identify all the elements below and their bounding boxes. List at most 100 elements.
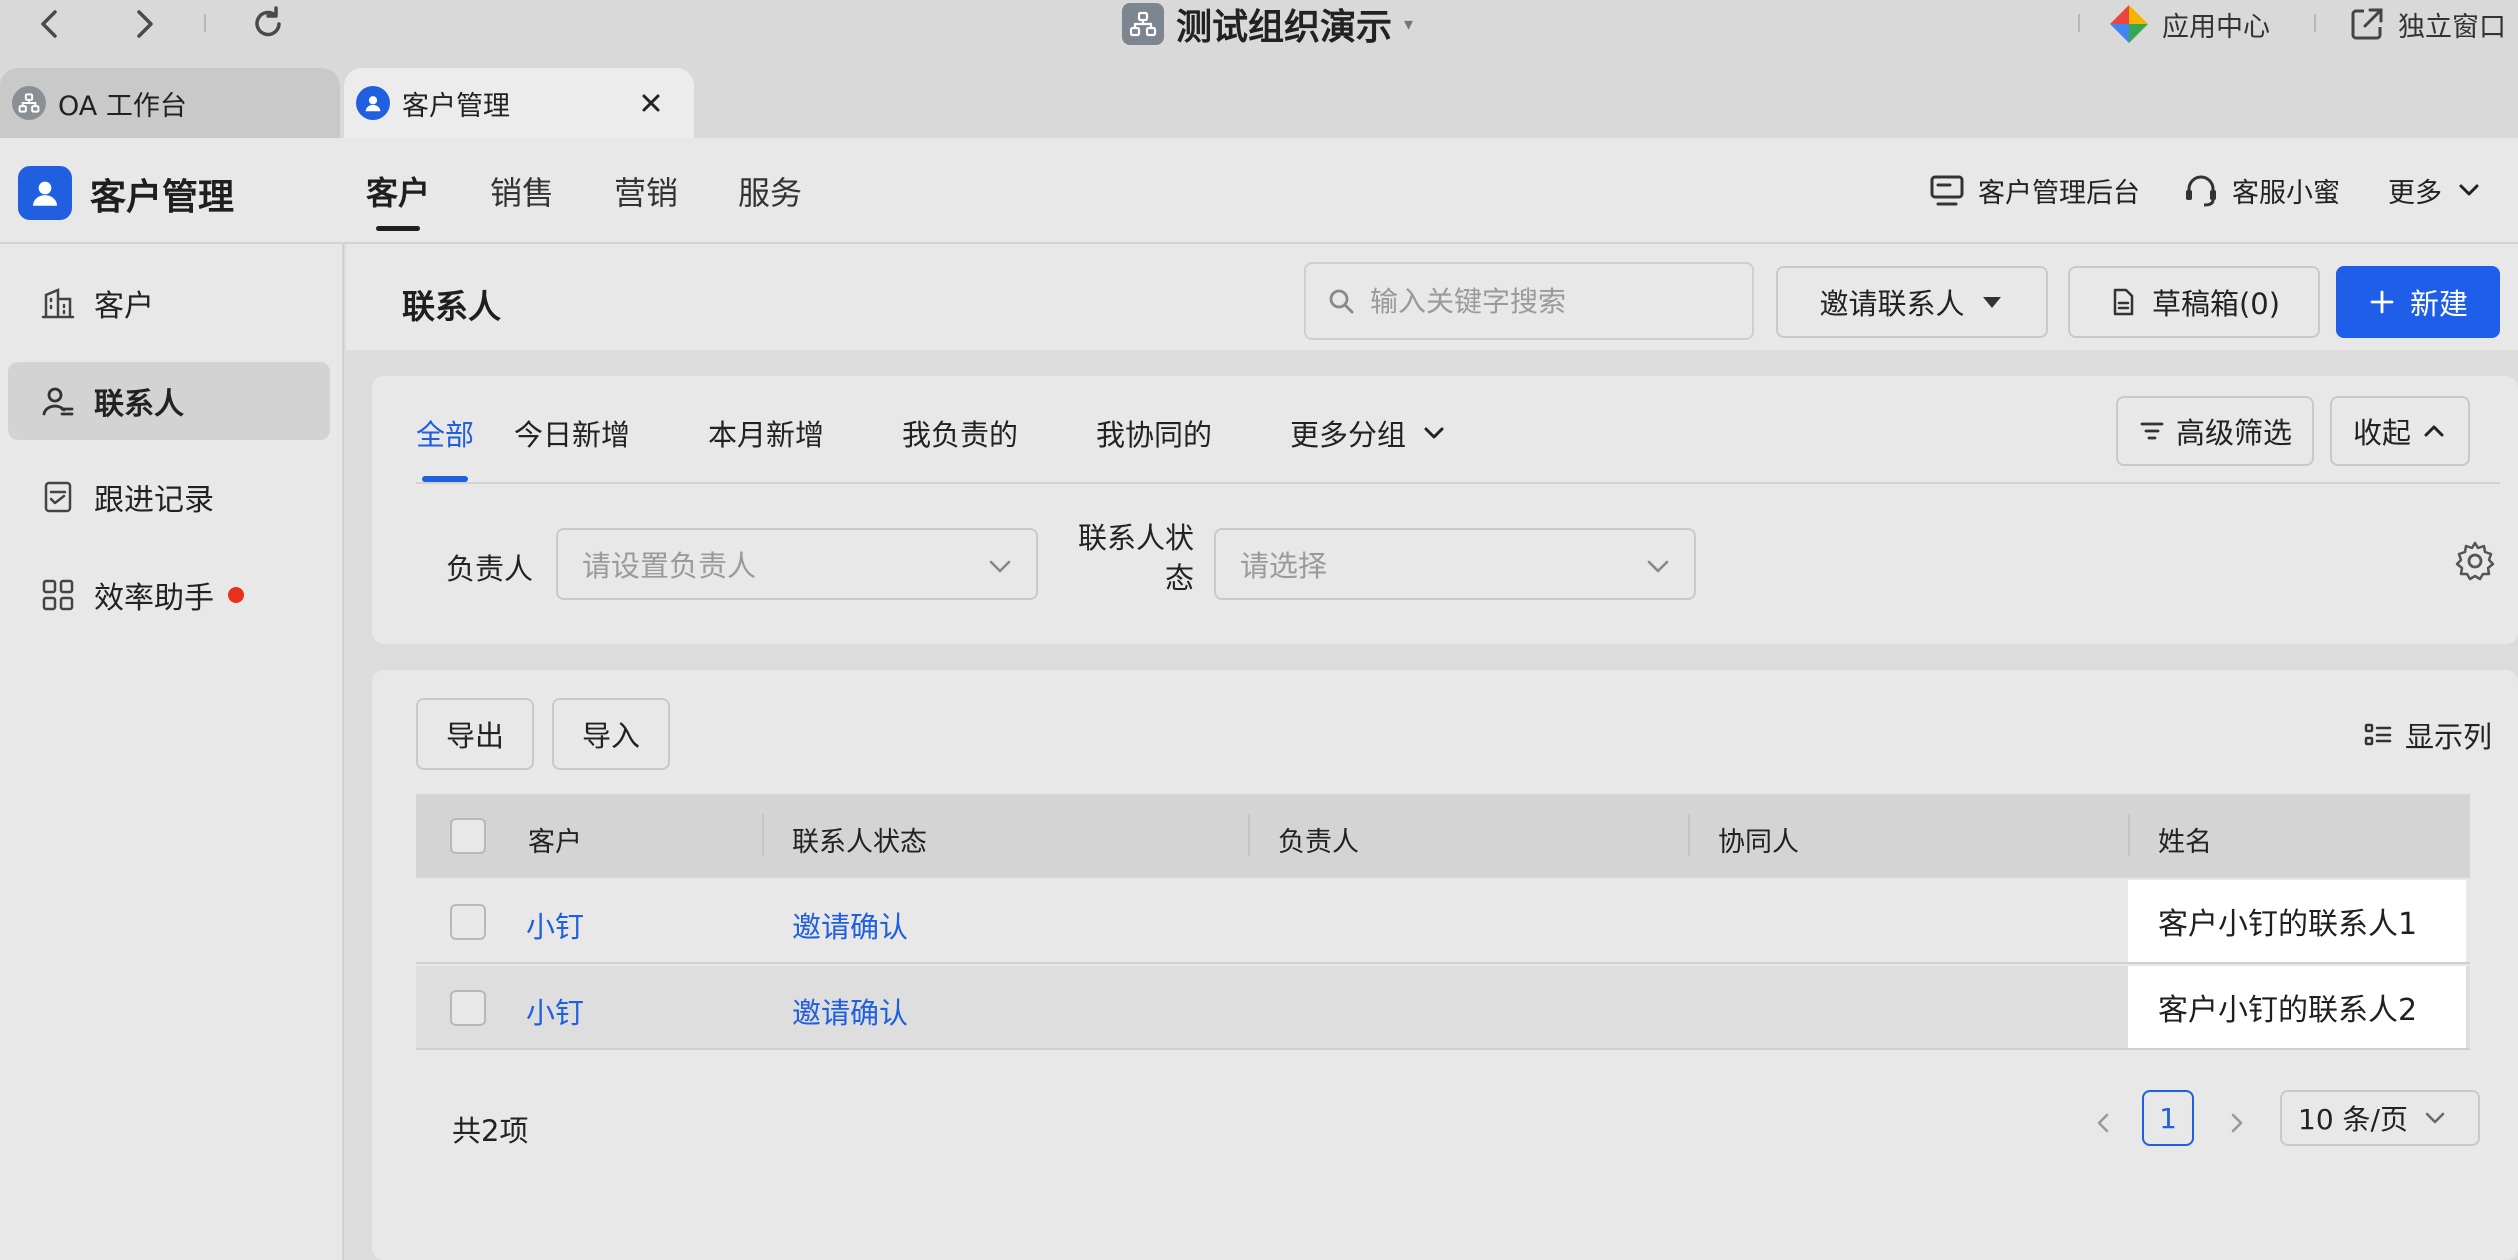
more-groups-label: 更多分组 [1290,418,1407,452]
grid-icon [42,579,74,611]
search-input[interactable] [1370,284,1730,318]
sidebar-item-followups[interactable]: 跟进记录 [8,458,330,536]
filter-tab-today[interactable]: 今日新增 [514,412,630,454]
table-panel: 导出 导入 显示列 客户 联系人状态 负责人 协同人 姓名 小钉 邀请确认 客户… [372,670,2518,1260]
total-count: 共2项 [452,1114,529,1148]
tab-oa-workbench[interactable]: OA 工作台 [0,68,340,138]
refresh-icon[interactable] [246,2,290,46]
chevron-down-icon [1647,560,1669,573]
tab-bar: OA 工作台 客户管理 [0,48,2518,138]
column-header-collaborator[interactable]: 协同人 [1718,820,1799,859]
back-icon[interactable] [28,2,72,46]
org-switcher[interactable]: 测试组织演示 ▾ [1122,2,1413,48]
sidebar-item-label: 效率助手 [94,581,214,616]
column-divider[interactable] [1688,814,1690,856]
owner-select[interactable]: 请设置负责人 [556,528,1038,600]
export-button[interactable]: 导出 [416,698,534,770]
customer-link[interactable]: 小钉 [526,904,584,946]
tab-divider [416,482,2500,484]
monitor-icon [1930,175,1964,206]
status-placeholder: 请选择 [1240,549,1328,583]
app-header: 客户管理 客户 销售 营销 服务 客户管理后台 客服小蜜 更多 [0,138,2518,244]
tab-customer-management[interactable]: 客户管理 [344,68,694,138]
column-header-customer[interactable]: 客户 [528,820,582,859]
next-page-icon[interactable] [2220,1106,2254,1140]
app-center-link[interactable]: 应用中心 [2108,4,2270,44]
checklist-icon [44,481,72,513]
column-divider[interactable] [1248,814,1250,856]
page-number-button[interactable]: 1 [2142,1090,2194,1146]
collapse-button[interactable]: 收起 [2330,396,2470,466]
owner-label: 负责人 [446,552,534,586]
status-link[interactable]: 邀请确认 [792,990,908,1032]
new-label: 新建 [2409,287,2468,321]
filter-icon [2140,422,2164,440]
service-assistant-link[interactable]: 客服小蜜 [2182,168,2340,212]
contact-status-label-line1: 联系人状 [1077,521,1194,555]
sidebar-item-label: 客户 [94,289,154,324]
document-icon [2113,288,2134,316]
more-menu[interactable]: 更多 [2388,168,2484,212]
name-cell[interactable]: 客户小钉的联系人2 [2128,966,2466,1048]
search-box[interactable] [1304,262,1754,340]
customer-link[interactable]: 小钉 [526,990,584,1032]
sidebar-item-efficiency[interactable]: 效率助手 [8,556,330,634]
name-cell[interactable]: 客户小钉的联系人1 [2128,880,2466,962]
filter-tab-all[interactable]: 全部 [416,412,474,454]
active-indicator [376,226,420,231]
title-bar: 测试组织演示 ▾ 应用中心 独立窗口 [0,0,2518,48]
contact-status-select[interactable]: 请选择 [1214,528,1696,600]
new-button[interactable]: 新建 [2336,266,2500,338]
chevron-down-icon [1424,427,1444,439]
row-checkbox[interactable] [450,904,486,940]
close-icon[interactable] [634,86,668,120]
column-divider[interactable] [2128,814,2130,856]
table-row[interactable]: 小钉 邀请确认 客户小钉的联系人2 [416,966,2470,1050]
forward-icon[interactable] [122,2,166,46]
top-nav-sales[interactable]: 销售 [490,168,554,214]
collapse-label: 收起 [2352,416,2411,450]
column-header-status[interactable]: 联系人状态 [792,820,927,859]
divider [204,14,206,32]
table-row[interactable]: 小钉 邀请确认 客户小钉的联系人1 [416,880,2470,964]
top-nav-customer[interactable]: 客户 [366,168,430,214]
gear-icon[interactable] [2452,538,2498,584]
app-title: 客户管理 [90,177,235,218]
headset-icon [2186,175,2216,207]
column-divider[interactable] [762,814,764,856]
admin-console-link[interactable]: 客户管理后台 [1928,168,2140,212]
app-logo-icon [18,166,72,220]
show-columns-button[interactable]: 显示列 [2363,714,2492,756]
advanced-filter-button[interactable]: 高级筛选 [2116,396,2314,466]
import-button[interactable]: 导入 [552,698,670,770]
top-nav-marketing[interactable]: 营销 [614,168,678,214]
filter-tab-month[interactable]: 本月新增 [708,412,824,454]
page-size-select[interactable]: 10 条/页 [2280,1090,2480,1146]
filter-tab-more-groups[interactable]: 更多分组 [1290,412,1448,454]
service-assistant-label: 客服小蜜 [2232,177,2340,209]
user-icon [356,86,390,120]
sidebar-item-contacts[interactable]: 联系人 [8,362,330,440]
standalone-window-label: 独立窗口 [2398,11,2506,43]
filter-tab-mine[interactable]: 我负责的 [902,412,1018,454]
contact-status-label-line2: 态 [1164,561,1194,595]
org-icon [1122,3,1164,45]
standalone-window-link[interactable]: 独立窗口 [2348,4,2506,44]
tab-label: OA 工作台 [58,90,187,122]
column-header-owner[interactable]: 负责人 [1278,820,1359,859]
external-window-icon [2351,8,2383,40]
invite-contact-button[interactable]: 邀请联系人 [1776,266,2048,338]
row-checkbox[interactable] [450,990,486,1026]
column-header-name[interactable]: 姓名 [2158,820,2212,859]
top-nav-service[interactable]: 服务 [738,168,802,214]
app-center-icon [2110,5,2148,43]
admin-console-label: 客户管理后台 [1978,177,2140,209]
filter-tab-collab[interactable]: 我协同的 [1096,412,1212,454]
select-all-checkbox[interactable] [450,818,486,854]
prev-page-icon[interactable] [2086,1106,2120,1140]
status-link[interactable]: 邀请确认 [792,904,908,946]
chevron-down-icon [989,560,1011,573]
org-chart-icon [12,86,46,120]
drafts-button[interactable]: 草稿箱(0) [2068,266,2320,338]
sidebar-item-customer[interactable]: 客户 [8,264,330,342]
